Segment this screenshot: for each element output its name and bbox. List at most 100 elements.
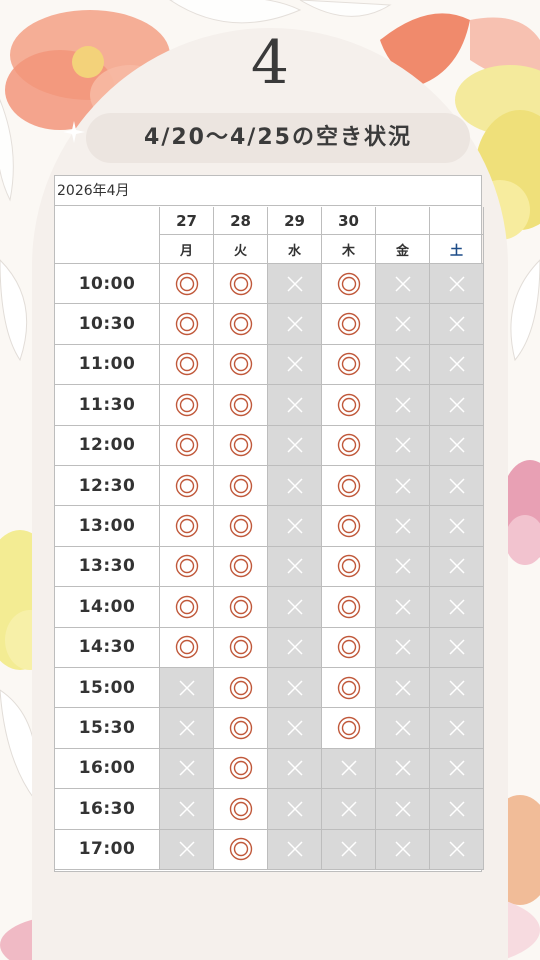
slot-available-cell (322, 506, 376, 547)
cross-icon (286, 437, 303, 453)
cross-icon (394, 316, 411, 332)
double-circle-icon (175, 312, 198, 336)
time-slot-label: 17:00 (55, 829, 160, 870)
cross-icon (448, 397, 465, 413)
double-circle-icon (175, 353, 198, 376)
slot-unavailable-cell (376, 385, 430, 426)
slot-unavailable-cell (160, 708, 214, 749)
slot-unavailable-cell (376, 425, 430, 466)
slot-unavailable-cell (376, 829, 430, 870)
cross-icon (448, 437, 465, 453)
double-circle-icon (229, 555, 252, 578)
slot-unavailable-cell (268, 344, 322, 386)
slot-unavailable-cell (322, 829, 376, 870)
slot-unavailable-cell (322, 748, 376, 790)
double-circle-icon (175, 393, 198, 417)
cross-icon (286, 397, 303, 413)
cross-icon (286, 316, 303, 332)
slot-available-cell (322, 708, 376, 749)
cross-icon (394, 478, 411, 494)
slot-available-cell (214, 668, 268, 709)
slot-available-cell (214, 304, 268, 345)
slot-unavailable-cell (268, 789, 322, 830)
double-circle-icon (337, 636, 360, 659)
slot-unavailable-cell (430, 425, 484, 466)
slot-unavailable-cell (430, 344, 484, 386)
double-circle-icon (229, 716, 252, 740)
weekday-header-cell: 土 (430, 235, 484, 264)
slot-unavailable-cell (268, 264, 322, 305)
slot-unavailable-cell (268, 385, 322, 426)
slot-unavailable-cell (430, 466, 484, 507)
double-circle-icon (229, 636, 252, 659)
slot-unavailable-cell (268, 425, 322, 466)
double-circle-icon (175, 474, 198, 497)
weekday-header-cell: 木 (322, 235, 376, 264)
double-circle-icon (229, 474, 252, 497)
cross-icon (178, 801, 195, 817)
slot-available-cell (322, 466, 376, 507)
slot-unavailable-cell (160, 829, 214, 870)
cross-icon (340, 760, 357, 777)
page-number: 4 (250, 28, 290, 98)
cross-icon (394, 801, 411, 817)
time-slot-label: 10:00 (55, 264, 160, 305)
cross-icon (178, 680, 195, 696)
date-header-cell: 30 (322, 207, 376, 235)
double-circle-icon (337, 393, 360, 417)
time-slot-label: 13:30 (55, 546, 160, 588)
slot-unavailable-cell (268, 627, 322, 668)
slot-available-cell (160, 587, 214, 628)
slot-unavailable-cell (376, 506, 430, 547)
double-circle-icon (229, 353, 252, 376)
cross-icon (394, 356, 411, 373)
date-header-cell: 28 (214, 207, 268, 235)
slot-unavailable-cell (376, 668, 430, 709)
slot-available-cell (214, 789, 268, 830)
slot-unavailable-cell (376, 708, 430, 749)
cross-icon (394, 841, 411, 857)
cross-icon (394, 558, 411, 575)
sparkle-icon (63, 121, 85, 143)
time-slot-label: 11:30 (55, 385, 160, 426)
slot-available-cell (322, 344, 376, 386)
double-circle-icon (229, 393, 252, 417)
double-circle-icon (229, 676, 252, 699)
cross-icon (286, 841, 303, 857)
double-circle-icon (229, 797, 252, 821)
cross-icon (448, 599, 465, 615)
cross-icon (448, 639, 465, 655)
double-circle-icon (229, 312, 252, 336)
slot-unavailable-cell (430, 789, 484, 830)
slot-unavailable-cell (268, 829, 322, 870)
cross-icon (340, 841, 357, 857)
slot-available-cell (160, 304, 214, 345)
date-header-cell (376, 207, 430, 235)
cross-icon (178, 720, 195, 736)
slot-available-cell (160, 546, 214, 588)
time-slot-label: 15:00 (55, 668, 160, 709)
slot-unavailable-cell (430, 587, 484, 628)
weekday-header-cell: 月 (160, 235, 214, 264)
double-circle-icon (337, 272, 360, 295)
double-circle-icon (229, 272, 252, 295)
slot-available-cell (214, 748, 268, 790)
slot-unavailable-cell (376, 466, 430, 507)
double-circle-icon (175, 434, 198, 457)
cross-icon (340, 801, 357, 817)
slot-available-cell (214, 264, 268, 305)
slot-unavailable-cell (268, 466, 322, 507)
cross-icon (394, 276, 411, 292)
slot-available-cell (214, 829, 268, 870)
time-slot-label: 15:30 (55, 708, 160, 749)
slot-unavailable-cell (160, 789, 214, 830)
cross-icon (448, 680, 465, 696)
double-circle-icon (337, 555, 360, 578)
cross-icon (178, 760, 195, 777)
slot-unavailable-cell (268, 668, 322, 709)
slot-available-cell (160, 264, 214, 305)
slot-available-cell (322, 304, 376, 345)
slot-available-cell (160, 506, 214, 547)
double-circle-icon (175, 272, 198, 295)
cross-icon (394, 760, 411, 777)
